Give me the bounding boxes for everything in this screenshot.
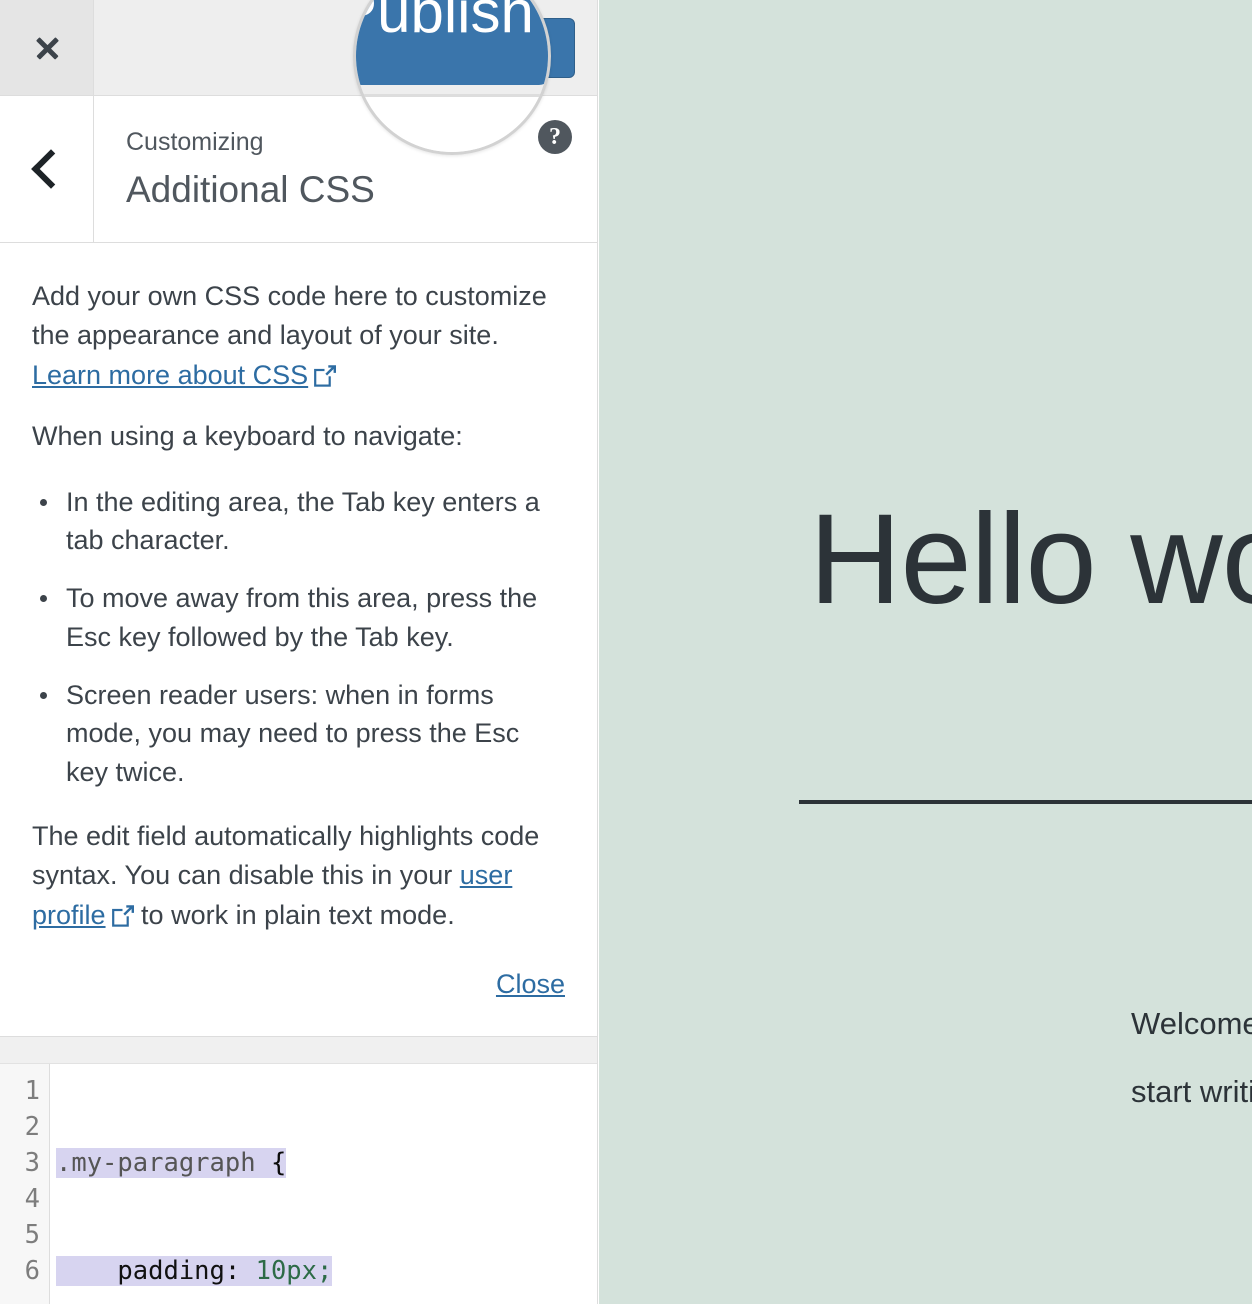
line-number: 2 — [24, 1112, 40, 1143]
editor-toolbar — [0, 1037, 597, 1065]
line-number: 3 — [24, 1148, 40, 1179]
line-number: 4 — [24, 1184, 40, 1215]
panel-back-button[interactable] — [0, 96, 94, 242]
preview-body-line-2: start writing! — [1131, 1074, 1252, 1109]
customizer-screen: Hello world! Welcome to WordPress. This … — [0, 0, 1252, 1304]
list-item: Screen reader users: when in forms mode,… — [40, 676, 565, 791]
preview-divider — [799, 800, 1252, 804]
css-value: 10px; — [240, 1256, 333, 1287]
help-description-panel: Add your own CSS code here to customize … — [0, 243, 597, 1038]
external-link-icon — [314, 359, 337, 387]
customizer-sidebar: Publish Customizing Additional CSS ? Add… — [0, 0, 598, 1304]
syntax-text-after: to work in plain text mode. — [133, 899, 455, 930]
magnifier-overlay: Publish — [353, 0, 551, 155]
magnified-panel-strip — [356, 97, 548, 152]
syntax-highlight-paragraph: The edit field automatically highlights … — [32, 817, 565, 935]
close-help-row: Close — [32, 969, 565, 1000]
keyboard-help-list: In the editing area, the Tab key enters … — [32, 483, 565, 791]
close-icon — [32, 33, 62, 63]
editor-line-number-gutter: 1 2 3 4 5 6 — [0, 1064, 50, 1304]
chevron-left-icon — [30, 149, 71, 189]
external-link-icon — [111, 899, 134, 927]
magnified-publish-button: Publish — [356, 0, 548, 85]
editor-code-area[interactable]: .my-paragraph { padding: 10px; } .my-par… — [50, 1064, 597, 1304]
magnifier-content: Publish — [356, 0, 548, 152]
css-brace: { — [255, 1148, 287, 1179]
help-intro-text: Add your own CSS code here to customize … — [32, 281, 547, 351]
site-preview-pane[interactable]: Hello world! Welcome to WordPress. This … — [599, 0, 1252, 1304]
preview-hero-title: Hello world! — [809, 488, 1252, 631]
preview-site-content: Hello world! Welcome to WordPress. This … — [599, 0, 1252, 1304]
learn-more-css-link[interactable]: Learn more about CSS — [32, 360, 308, 390]
list-item: To move away from this area, press the E… — [40, 579, 565, 656]
css-selector: .my-paragraph — [56, 1148, 256, 1179]
list-item: In the editing area, the Tab key enters … — [40, 483, 565, 560]
css-property: padding: — [117, 1256, 241, 1287]
preview-body-line-1: Welcome to WordPress. This is your first… — [1131, 1006, 1252, 1041]
page-title: Additional CSS — [126, 168, 375, 210]
keyboard-intro-paragraph: When using a keyboard to navigate: — [32, 421, 463, 452]
code-line: padding: 10px; — [56, 1253, 597, 1289]
close-customizer-button[interactable] — [0, 0, 94, 95]
line-number: 6 — [24, 1256, 40, 1287]
help-intro-paragraph: Add your own CSS code here to customize … — [32, 277, 565, 395]
css-code-editor[interactable]: 1 2 3 4 5 6 .my-paragraph { padding: 10p… — [0, 1064, 597, 1304]
line-number: 5 — [24, 1220, 40, 1251]
close-help-link[interactable]: Close — [496, 969, 565, 999]
code-line: .my-paragraph { — [56, 1145, 597, 1181]
line-number: 1 — [24, 1076, 40, 1107]
